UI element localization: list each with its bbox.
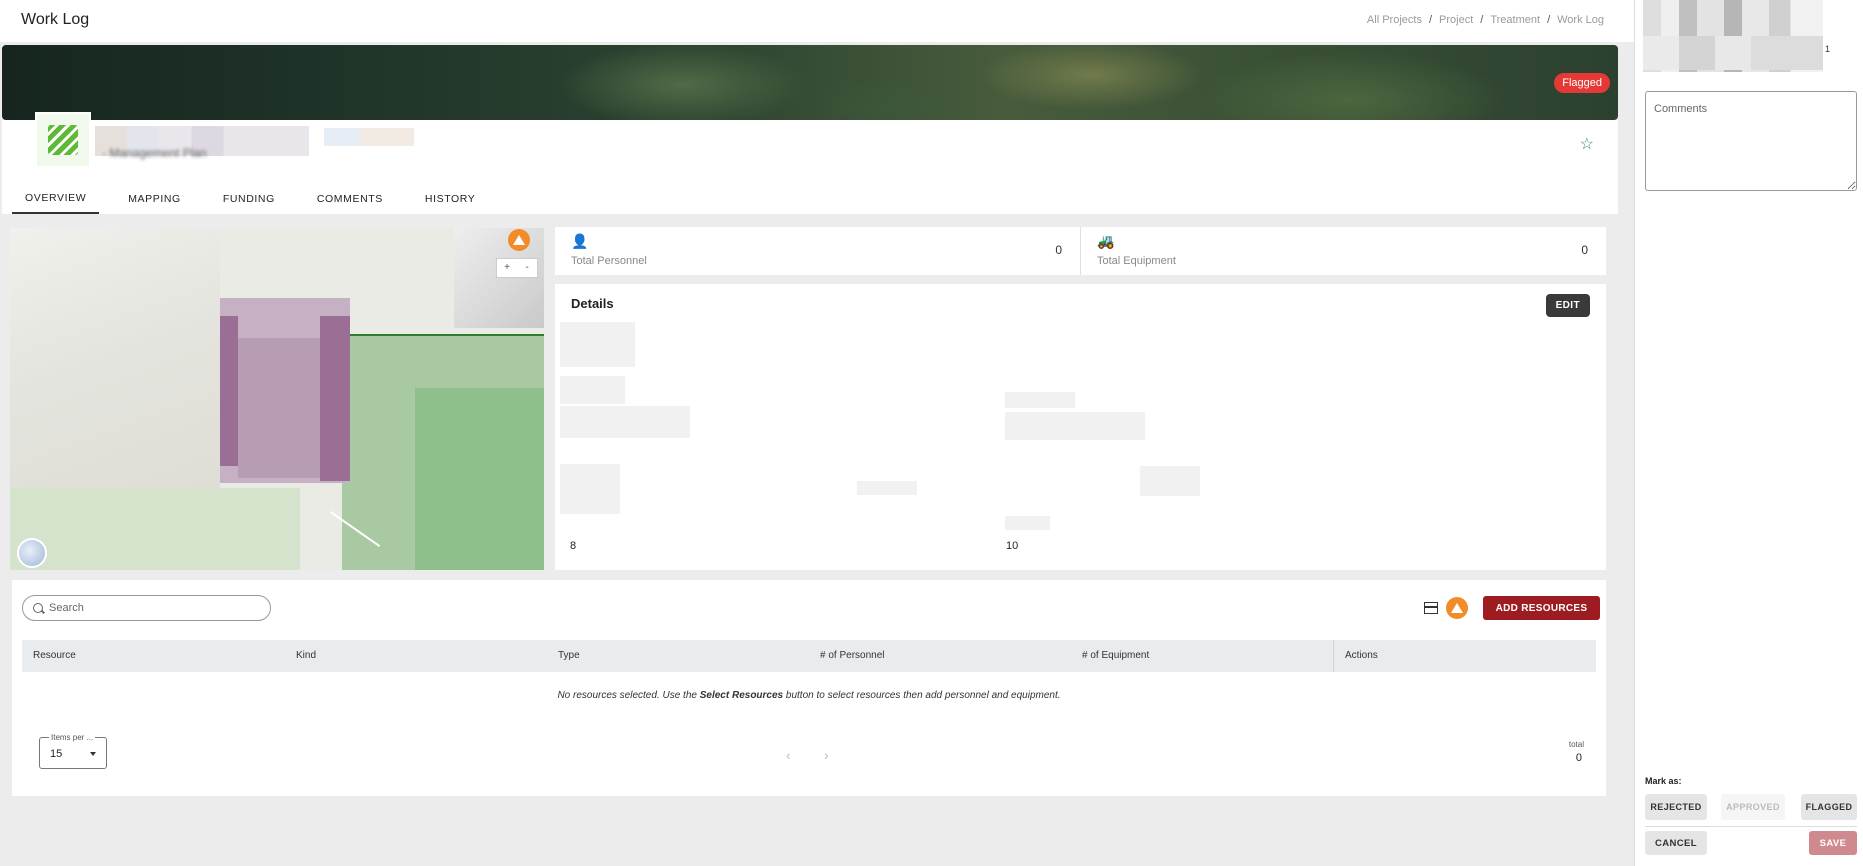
redacted-field [1140, 466, 1200, 496]
items-per-page-value: 15 [50, 748, 63, 760]
empty-table-message: No resources selected. Use the Select Re… [12, 690, 1606, 701]
warning-icon[interactable] [508, 229, 530, 251]
tab-overview[interactable]: OVERVIEW [12, 184, 100, 214]
column-header-personnel[interactable]: # of Personnel [820, 650, 885, 661]
column-header-actions: Actions [1345, 650, 1378, 661]
redacted-field [560, 406, 690, 438]
table-settings-icon[interactable] [1424, 602, 1438, 614]
project-banner-image: Flagged [2, 45, 1618, 120]
redacted-field [857, 481, 917, 495]
total-equipment-card: 🚜 Total Equipment 0 [1081, 227, 1606, 275]
resources-card: ADD RESOURCES Resource Kind Type # of Pe… [12, 580, 1606, 796]
edit-button[interactable]: EDIT [1545, 294, 1590, 317]
divider [1645, 826, 1857, 827]
breadcrumb-separator: / [1428, 14, 1433, 26]
redacted-field [560, 322, 635, 367]
redacted-field [560, 464, 620, 514]
tab-funding[interactable]: FUNDING [210, 184, 288, 214]
empty-message-suffix: button to select resources then add pers… [783, 690, 1061, 701]
comments-field[interactable] [1645, 91, 1857, 191]
treatment-polygon-edge [220, 316, 238, 466]
tab-history[interactable]: HISTORY [412, 184, 489, 214]
map-terrain [454, 228, 544, 328]
mark-flagged-button[interactable]: FLAGGED [1801, 794, 1857, 820]
breadcrumb-project[interactable]: Project [1439, 14, 1473, 26]
total-label: total [1568, 740, 1584, 749]
flagged-badge: Flagged [1554, 73, 1610, 93]
column-header-type[interactable]: Type [558, 650, 580, 661]
tab-mapping[interactable]: MAPPING [115, 184, 194, 214]
column-divider [1333, 640, 1334, 672]
map-green-area [415, 388, 544, 570]
star-icon[interactable]: ☆ [1580, 134, 1594, 154]
total-personnel-card: 👤 Total Personnel 0 [555, 227, 1080, 275]
column-header-resource[interactable]: Resource [33, 650, 76, 661]
stat-value: 0 [1055, 243, 1062, 257]
map-zoom-control: + - [496, 258, 538, 278]
search-icon [33, 603, 43, 613]
table-header: Resource Kind Type # of Personnel # of E… [22, 640, 1596, 672]
items-per-page-select[interactable]: Items per ... 15 [39, 733, 107, 769]
chevron-down-icon [90, 752, 96, 756]
tab-bar: OVERVIEW MAPPING FUNDING COMMENTS HISTOR… [12, 184, 504, 214]
details-card: Details EDIT 8 10 [555, 284, 1606, 570]
warning-icon[interactable] [1446, 597, 1468, 619]
column-header-kind[interactable]: Kind [296, 650, 316, 661]
project-subtitle: - Management Plan [102, 146, 207, 160]
mark-rejected-button[interactable]: REJECTED [1645, 794, 1707, 820]
add-resources-button[interactable]: ADD RESOURCES [1483, 596, 1600, 620]
search-input[interactable] [49, 602, 249, 614]
empty-message-prefix: No resources selected. Use the [557, 690, 700, 701]
redacted-field [1005, 392, 1075, 408]
forklift-icon: 🚜 [1097, 233, 1115, 249]
next-page-button[interactable]: › [824, 747, 829, 763]
empty-message-emphasis: Select Resources [699, 690, 784, 701]
items-per-page-label: Items per ... [49, 733, 96, 742]
save-button[interactable]: SAVE [1809, 831, 1857, 855]
treatment-icon [48, 125, 78, 155]
basemap-toggle-icon[interactable] [17, 538, 47, 568]
side-suffix-text: 1 [1825, 44, 1831, 54]
map-boundary-line [342, 334, 544, 336]
page-title: Work Log [21, 11, 90, 28]
zoom-out-button[interactable]: - [517, 259, 537, 277]
stat-value: 0 [1581, 243, 1588, 257]
column-header-equipment[interactable]: # of Equipment [1082, 650, 1149, 661]
mark-approved-button[interactable]: APPROVED [1721, 794, 1785, 820]
redacted-field [1005, 412, 1145, 440]
breadcrumb-all-projects[interactable]: All Projects [1367, 14, 1422, 26]
breadcrumb: All Projects / Project / Treatment / Wor… [1367, 14, 1604, 26]
review-side-panel: 1 Mark as: REJECTED APPROVED FLAGGED CAN… [1634, 0, 1863, 866]
map-green-area [10, 488, 300, 570]
breadcrumb-separator: / [1547, 14, 1551, 26]
treatment-polygon-edge [320, 316, 350, 481]
details-title: Details [571, 296, 614, 311]
treatment-polygon-inner [238, 338, 320, 478]
breadcrumb-separator: / [1480, 14, 1484, 26]
tab-comments[interactable]: COMMENTS [304, 184, 396, 214]
redacted-field [1005, 516, 1050, 530]
redacted-field [560, 376, 625, 404]
top-bar: Work Log All Projects / Project / Treatm… [0, 0, 1634, 42]
detail-value: 10 [1006, 540, 1019, 552]
previous-page-button[interactable]: ‹ [786, 747, 791, 763]
project-header: - Management Plan ☆ OVERVIEW MAPPING FUN… [2, 112, 1618, 214]
breadcrumb-treatment[interactable]: Treatment [1490, 14, 1540, 26]
detail-value: 8 [570, 540, 577, 552]
total-value: 0 [1575, 752, 1582, 764]
stat-label: Total Personnel [571, 255, 647, 267]
stat-label: Total Equipment [1097, 255, 1176, 267]
project-code-redacted [324, 128, 414, 146]
map-view[interactable] [10, 228, 544, 570]
map-terrain [10, 228, 220, 488]
search-field[interactable] [22, 595, 271, 621]
person-icon: 👤 [571, 233, 589, 249]
cancel-button[interactable]: CANCEL [1645, 831, 1707, 855]
breadcrumb-work-log: Work Log [1557, 14, 1604, 26]
zoom-in-button[interactable]: + [497, 259, 517, 277]
redacted-field [1643, 36, 1823, 70]
mark-as-label: Mark as: [1645, 776, 1682, 786]
main-content: Work Log All Projects / Project / Treatm… [0, 0, 1634, 866]
project-logo [35, 112, 91, 168]
